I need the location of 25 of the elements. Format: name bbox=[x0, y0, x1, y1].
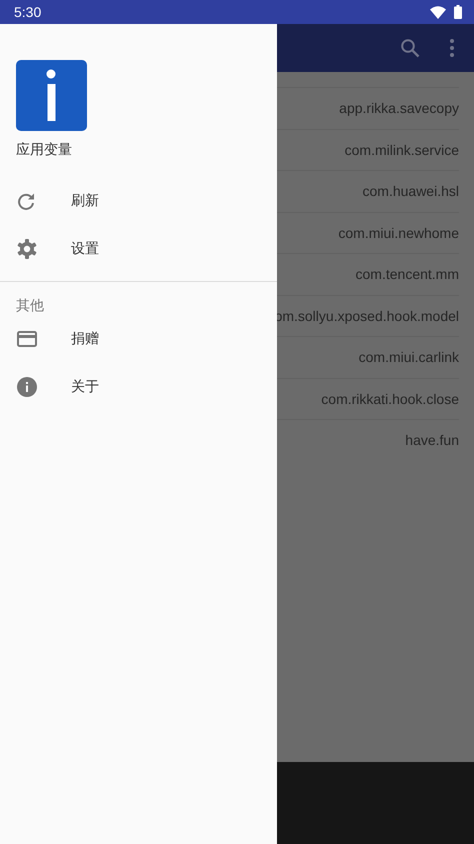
app-name: 应用变量 bbox=[16, 141, 72, 159]
package-name[interactable]: com.miui.newhome bbox=[338, 224, 459, 241]
menu-item[interactable]: 捐赠 bbox=[71, 330, 99, 348]
settings-icon bbox=[17, 239, 37, 259]
battery-icon bbox=[454, 5, 462, 19]
package-name[interactable]: com.miui.carlink bbox=[358, 349, 459, 366]
search-icon[interactable] bbox=[400, 38, 420, 58]
package-name[interactable]: om.sollyu.xposed.hook.model bbox=[274, 308, 459, 324]
package-name[interactable]: com.tencent.mm bbox=[356, 266, 459, 282]
wifi-icon bbox=[430, 6, 446, 18]
package-name[interactable]: have.fun bbox=[405, 432, 459, 448]
package-name[interactable]: com.milink.service bbox=[344, 142, 459, 158]
package-name[interactable]: com.rikkati.hook.close bbox=[321, 390, 459, 407]
app-logo-icon bbox=[16, 60, 87, 131]
refresh-icon bbox=[17, 192, 35, 210]
package-name[interactable]: com.huawei.hsl bbox=[362, 183, 459, 200]
status-time: 5:30 bbox=[14, 4, 42, 20]
menu-item[interactable]: 设置 bbox=[71, 240, 99, 258]
menu-item[interactable]: 刷新 bbox=[71, 192, 99, 210]
credit-card-icon bbox=[17, 331, 37, 347]
more-icon[interactable] bbox=[450, 39, 454, 57]
section-header: 其他 bbox=[15, 297, 45, 315]
menu-item[interactable]: 关于 bbox=[71, 378, 99, 396]
info-icon bbox=[17, 377, 37, 397]
package-name[interactable]: app.rikka.savecopy bbox=[339, 100, 459, 116]
